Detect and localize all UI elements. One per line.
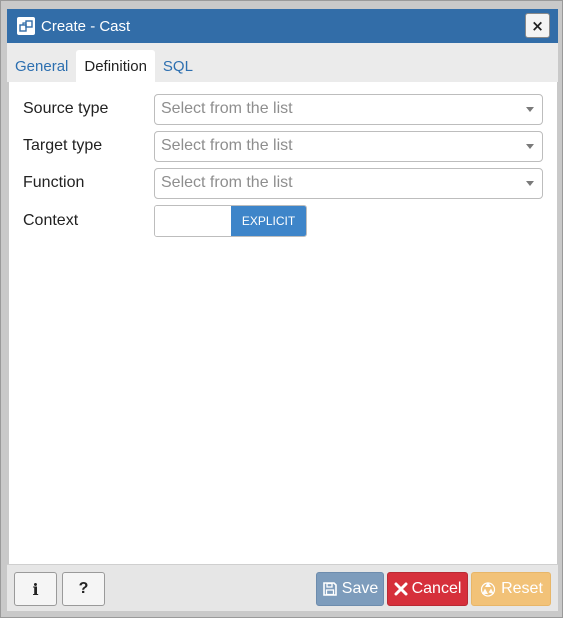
reset-label: Reset — [501, 580, 543, 597]
target-type-label: Target type — [23, 137, 103, 154]
function-row: Function Select from the list — [23, 167, 543, 199]
close-button[interactable]: × — [525, 13, 550, 38]
help-button[interactable]: ? — [62, 572, 105, 606]
cast-icon — [17, 17, 35, 35]
tab-bar: General Definition SQL — [7, 43, 558, 82]
context-label: Context — [23, 212, 79, 229]
reset-button[interactable]: Reset — [471, 572, 551, 606]
tab-definition[interactable]: Definition — [76, 50, 155, 82]
recycle-icon — [479, 580, 497, 598]
tab-sql[interactable]: SQL — [155, 50, 201, 82]
close-icon: × — [531, 16, 544, 35]
info-icon: i — [32, 579, 39, 599]
cancel-label: Cancel — [411, 580, 462, 597]
function-label: Function — [23, 174, 85, 191]
chevron-down-icon — [526, 106, 534, 112]
cancel-button[interactable]: Cancel — [387, 572, 468, 606]
context-row: Context EXPLICIT — [23, 205, 307, 237]
save-label: Save — [341, 580, 379, 597]
dialog-footer: i ? Save Cancel Reset — [7, 564, 558, 611]
source-type-row: Source type Select from the list — [23, 93, 543, 125]
create-cast-dialog: Create - Cast × General Definition SQL S… — [0, 0, 563, 618]
source-type-select[interactable]: Select from the list — [154, 93, 543, 125]
floppy-disk-icon — [322, 581, 338, 597]
toggle-explicit-label: EXPLICIT — [231, 206, 306, 236]
toggle-off-side — [155, 206, 231, 236]
source-type-label: Source type — [23, 100, 109, 117]
save-button[interactable]: Save — [316, 572, 384, 606]
dialog-title: Create - Cast — [41, 17, 131, 35]
context-toggle[interactable]: EXPLICIT — [154, 205, 307, 237]
tab-general[interactable]: General — [7, 50, 76, 82]
x-icon — [394, 582, 408, 596]
target-type-row: Target type Select from the list — [23, 130, 543, 162]
dialog-titlebar[interactable]: Create - Cast × — [7, 9, 558, 43]
chevron-down-icon — [526, 180, 534, 186]
source-type-placeholder: Select from the list — [161, 100, 293, 117]
definition-panel: Source type Select from the list Target … — [9, 82, 557, 564]
chevron-down-icon — [526, 143, 534, 149]
help-icon: ? — [78, 580, 89, 597]
function-placeholder: Select from the list — [161, 174, 293, 191]
function-select[interactable]: Select from the list — [154, 167, 543, 199]
target-type-placeholder: Select from the list — [161, 137, 293, 154]
target-type-select[interactable]: Select from the list — [154, 130, 543, 162]
info-button[interactable]: i — [14, 572, 57, 606]
